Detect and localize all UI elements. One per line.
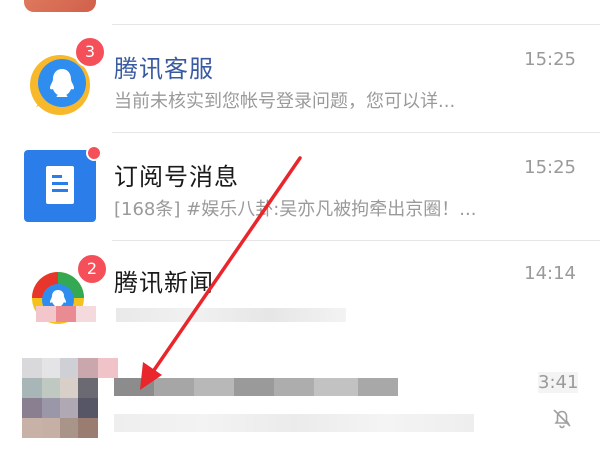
conversation-time: 15:25 [524,157,576,178]
unread-dot [86,145,102,161]
blurred-title [114,378,398,396]
conversation-time: 15:25 [524,49,576,70]
blurred-preview [114,414,474,432]
conversation-preview: 当前未核实到您帐号登录问题，您可以详... [114,91,456,112]
partial-conversation-row[interactable] [0,0,600,24]
conversation-time: 14:14 [524,263,576,284]
conversation-preview: [168条] #娱乐八卦:吴亦凡被拘牵出京圈！... [114,199,477,220]
blurred-avatar [22,358,118,438]
conversation-row-subscriptions[interactable]: 订阅号消息 [168条] #娱乐八卦:吴亦凡被拘牵出京圈！... 15:25 [0,133,600,240]
conversation-title: 订阅号消息 [114,163,239,191]
conversation-row-tencent-news[interactable]: 2 腾讯新闻 14:14 [0,241,600,348]
blurred-preview [36,306,346,324]
conversation-title: 腾讯客服 [114,55,214,83]
document-icon [24,150,96,222]
muted-bell-icon [550,406,574,430]
conversation-row-tencent-service[interactable]: 3 腾讯客服 当前未核实到您帐号登录问题，您可以详... 15:25 [0,25,600,132]
conversation-title: 腾讯新闻 [114,269,214,297]
unread-badge: 2 [76,253,108,285]
conversation-time: 3:41 [538,372,579,393]
partial-avatar [24,0,96,12]
unread-badge: 3 [74,36,106,68]
conversation-row-blurred[interactable]: 3:41 [0,348,600,450]
